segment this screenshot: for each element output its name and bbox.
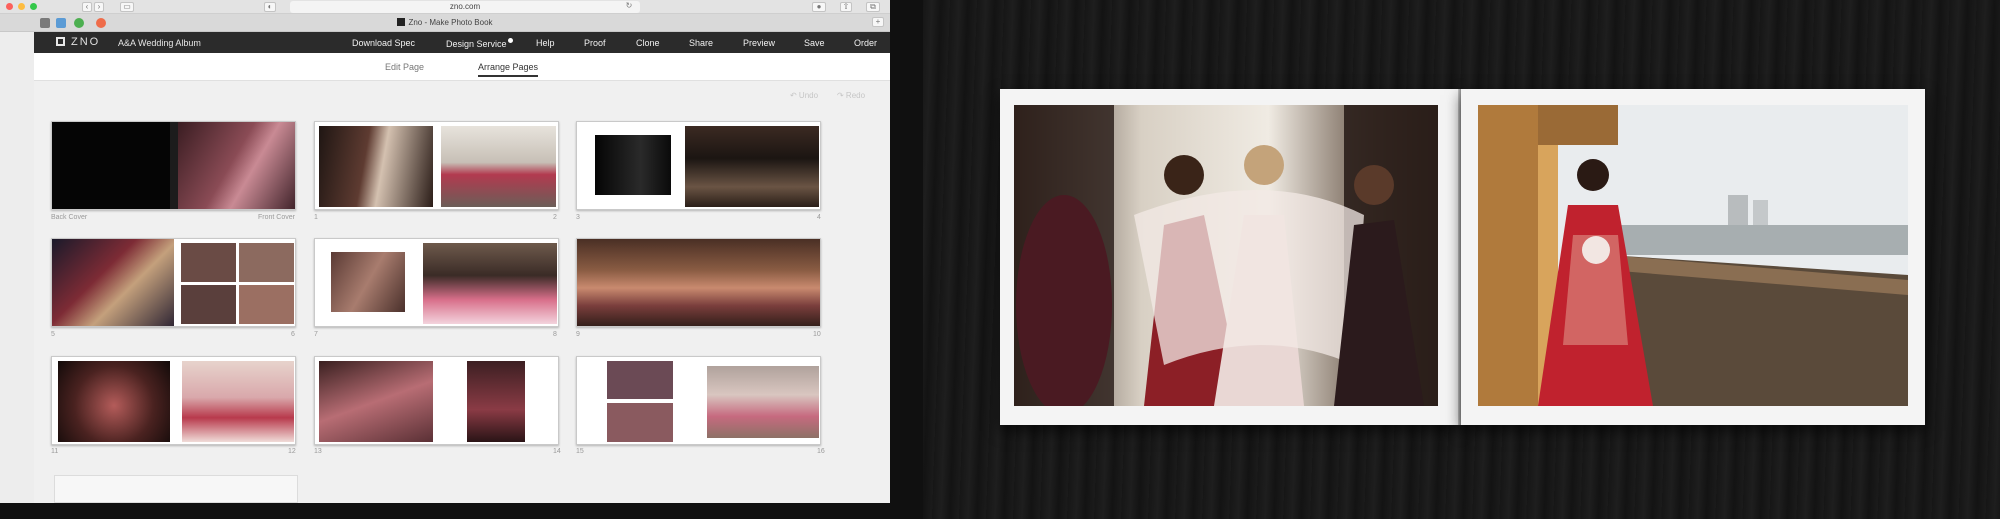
back-icon[interactable]: ‹ bbox=[82, 2, 92, 12]
album-title: A&A Wedding Album bbox=[118, 38, 201, 48]
photo-thumbnail bbox=[58, 361, 170, 442]
download-spec-button[interactable]: Download Spec bbox=[352, 38, 415, 48]
photo-thumbnail bbox=[441, 126, 556, 207]
design-service-label: Design Service bbox=[446, 39, 507, 49]
photo-thumbnail bbox=[319, 361, 433, 442]
spread-pages-11-12[interactable] bbox=[51, 356, 296, 445]
page-label-right: 8 bbox=[553, 331, 557, 338]
photo-thumbnail bbox=[182, 361, 294, 442]
privacy-icon[interactable]: ◐ bbox=[264, 2, 276, 12]
page-label-left: 13 bbox=[314, 448, 322, 455]
photo-thumbnail bbox=[52, 239, 174, 326]
book-left-page bbox=[1000, 89, 1459, 425]
spread-cover[interactable] bbox=[51, 121, 296, 210]
tab-bar: Zno - Make Photo Book + bbox=[0, 14, 890, 32]
photo-thumbnail bbox=[707, 366, 819, 438]
preview-button[interactable]: Preview bbox=[743, 38, 775, 48]
photo-thumbnail bbox=[181, 243, 236, 282]
zno-favicon-icon bbox=[397, 18, 406, 26]
bride-balcony-photo bbox=[1478, 105, 1908, 406]
order-button[interactable]: Order bbox=[854, 38, 877, 48]
page-label-right: 6 bbox=[291, 331, 295, 338]
download-icon[interactable]: ● bbox=[812, 2, 826, 12]
spread-pages-13-14[interactable] bbox=[314, 356, 559, 445]
spread-pages-15-16[interactable] bbox=[576, 356, 821, 445]
photo-thumbnail bbox=[423, 243, 557, 324]
redo-button[interactable]: ↷ Redo bbox=[837, 91, 865, 100]
photo-thumbnail bbox=[181, 285, 236, 324]
photo-thumbnail bbox=[607, 361, 673, 399]
bride-veil-photo bbox=[1014, 105, 1438, 406]
zno-app: ZNO A&A Wedding Album Download Spec Desi… bbox=[34, 32, 890, 503]
photo-thumbnail bbox=[319, 126, 433, 207]
spread-pages-3-4[interactable] bbox=[576, 121, 821, 210]
tab-edit-page[interactable]: Edit Page bbox=[385, 62, 424, 72]
notification-badge-icon bbox=[507, 38, 513, 43]
design-service-button[interactable]: Design Service bbox=[446, 38, 513, 49]
open-photo-book bbox=[1000, 86, 1925, 428]
front-cover-photo bbox=[178, 122, 295, 209]
book-spine bbox=[170, 122, 178, 209]
tab-title: Zno - Make Photo Book bbox=[408, 18, 493, 27]
app-navbar: ZNO A&A Wedding Album Download Spec Desi… bbox=[34, 32, 890, 53]
forward-icon[interactable]: › bbox=[94, 2, 104, 12]
bride-veil-illustration bbox=[1014, 105, 1438, 406]
page-label-right: Front Cover bbox=[258, 214, 295, 221]
photo-thumbnail bbox=[685, 126, 819, 207]
spread-pages-7-8[interactable] bbox=[314, 238, 559, 327]
page-mode-tabs: Edit Page Arrange Pages bbox=[34, 53, 890, 81]
share-button[interactable]: Share bbox=[689, 38, 713, 48]
page-label-left: 5 bbox=[51, 331, 55, 338]
photo-book-image bbox=[923, 0, 2000, 519]
close-window-button[interactable] bbox=[6, 3, 13, 10]
photo-thumbnail bbox=[239, 243, 294, 282]
book-right-page bbox=[1461, 89, 1925, 425]
photo-thumbnail bbox=[239, 285, 294, 324]
proof-button[interactable]: Proof bbox=[584, 38, 606, 48]
photo-thumbnail bbox=[331, 252, 405, 312]
tabs-overview-icon[interactable]: ⧉ bbox=[866, 2, 880, 12]
page-label-right: 10 bbox=[813, 331, 821, 338]
address-url: zno.com bbox=[449, 2, 481, 11]
page-label-left: 15 bbox=[576, 448, 584, 455]
address-bar[interactable]: zno.com bbox=[290, 1, 640, 13]
new-tab-icon[interactable]: + bbox=[872, 17, 884, 27]
active-tab[interactable]: Zno - Make Photo Book bbox=[0, 18, 890, 27]
spread-pages-5-6[interactable] bbox=[51, 238, 296, 327]
page-label-right: 2 bbox=[553, 214, 557, 221]
zno-logo-icon bbox=[56, 37, 65, 46]
clone-button[interactable]: Clone bbox=[636, 38, 660, 48]
back-cover bbox=[52, 122, 174, 209]
minimize-window-button[interactable] bbox=[18, 3, 25, 10]
page-label-right: 4 bbox=[817, 214, 821, 221]
photo-thumbnail bbox=[595, 135, 671, 195]
page-label-left: 7 bbox=[314, 331, 318, 338]
spread-pages-1-2[interactable] bbox=[314, 121, 559, 210]
page-label-right: 14 bbox=[553, 448, 561, 455]
save-button[interactable]: Save bbox=[804, 38, 825, 48]
photo-thumbnail bbox=[607, 403, 673, 442]
reload-icon[interactable]: ↻ bbox=[624, 2, 634, 12]
page-label-left: 1 bbox=[314, 214, 318, 221]
photo-thumbnail bbox=[577, 239, 820, 326]
add-spread-placeholder[interactable] bbox=[54, 475, 298, 503]
photo-thumbnail bbox=[467, 361, 525, 442]
page-label-left: 9 bbox=[576, 331, 580, 338]
page-label-right: 12 bbox=[288, 448, 296, 455]
page-label-left: Back Cover bbox=[51, 214, 88, 221]
zno-logo[interactable]: ZNO bbox=[56, 36, 100, 48]
help-button[interactable]: Help bbox=[536, 38, 555, 48]
spread-pages-9-10[interactable] bbox=[576, 238, 821, 327]
share-icon[interactable]: ⇧ bbox=[840, 2, 852, 12]
page-label-left: 3 bbox=[576, 214, 580, 221]
undo-button[interactable]: ↶ Undo bbox=[790, 91, 818, 100]
page-label-left: 11 bbox=[51, 448, 59, 455]
browser-window: ‹ › ▭ ◐ zno.com ↻ ● ⇧ ⧉ Zno - Make Photo… bbox=[0, 0, 890, 503]
bride-balcony-illustration bbox=[1478, 105, 1908, 406]
zoom-window-button[interactable] bbox=[30, 3, 37, 10]
page-label-right: 16 bbox=[817, 448, 825, 455]
sidebar-icon[interactable]: ▭ bbox=[120, 2, 134, 12]
safari-toolbar: ‹ › ▭ ◐ zno.com ↻ ● ⇧ ⧉ bbox=[0, 0, 890, 14]
tab-arrange-pages[interactable]: Arrange Pages bbox=[478, 62, 539, 77]
